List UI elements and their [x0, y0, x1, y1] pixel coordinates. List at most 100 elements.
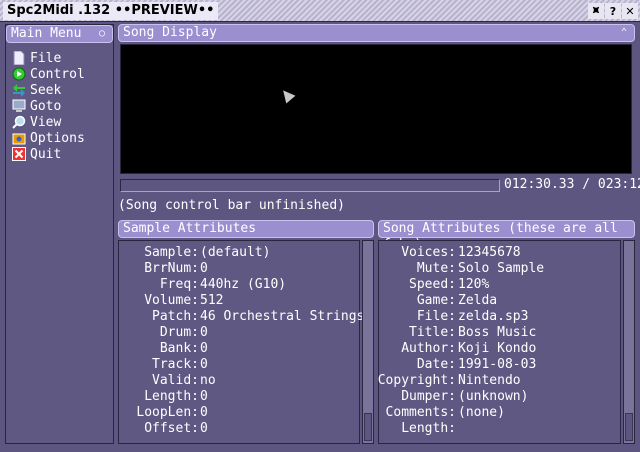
menu-item-label: Quit	[30, 146, 62, 162]
attribute-row: Patch: 46 Orchestral Strings	[119, 309, 364, 325]
menu-item-label: Goto	[30, 98, 62, 114]
sample-attributes-panel: Sample Attributes Sample: (default) BrrNum…	[118, 220, 374, 444]
attribute-value: 120%	[458, 277, 490, 292]
attribute-key: Length:	[144, 389, 199, 404]
sample-attributes-header: Sample Attributes	[118, 220, 374, 238]
song-attributes-list: Voices: 12345678 Mute: Solo Sample Speed: 120…	[378, 240, 621, 444]
attribute-value: (none)	[458, 405, 505, 420]
attribute-row: BrrNum: 0	[119, 261, 359, 277]
attribute-row: Comments: (none)	[379, 405, 620, 421]
collapse-icon[interactable]: ⌃	[617, 26, 631, 40]
attribute-value: no	[200, 373, 216, 388]
attribute-row: Dumper: (unknown)	[379, 389, 620, 405]
attribute-row: Length: 0	[119, 389, 359, 405]
attribute-key: Sample:	[144, 245, 199, 260]
help-button[interactable]: ?	[605, 3, 621, 19]
menu-item-label: Seek	[30, 82, 62, 98]
file-icon	[12, 50, 26, 66]
attribute-key: Volume:	[144, 293, 199, 308]
song-display-title: Song Display	[123, 25, 217, 40]
attribute-value: 0	[200, 357, 208, 372]
menu-item-file[interactable]: File	[12, 50, 85, 66]
attribute-key: Mute:	[416, 261, 456, 276]
attribute-row: Freq: 440hz (G10)	[119, 277, 359, 293]
attribute-value: Nintendo	[458, 373, 521, 388]
scroll-thumb[interactable]	[364, 413, 372, 441]
status-text: (Song control bar unfinished)	[118, 198, 345, 213]
menu-item-quit[interactable]: Quit	[12, 146, 85, 162]
song-display-canvas[interactable]	[120, 44, 632, 174]
attribute-key: Comments:	[385, 405, 456, 420]
attribute-key: Bank:	[159, 341, 199, 356]
attribute-row: File: zelda.sp3	[379, 309, 620, 325]
attribute-row: Speed: 120%	[379, 277, 620, 293]
attribute-key: Drum:	[159, 325, 199, 340]
attribute-row: Offset: 0	[119, 421, 359, 437]
view-icon	[12, 115, 26, 129]
attribute-value: 12345678	[458, 245, 521, 260]
menu-item-label: View	[30, 114, 62, 130]
sample-attributes-list: Sample: (default) BrrNum: 0 Freq: 440hz (G10)…	[118, 240, 364, 444]
options-icon	[12, 131, 26, 145]
main-menu-panel: Main Menu ○ File Control Seek Goto View …	[5, 24, 114, 444]
pin-icon[interactable]: ○	[95, 27, 109, 41]
main-menu-title: Main Menu	[11, 26, 82, 41]
attribute-key: Valid:	[152, 373, 199, 388]
menu-item-options[interactable]: Options	[12, 130, 85, 146]
attribute-row: Mute: Solo Sample	[379, 261, 620, 277]
attribute-row: Length:	[379, 421, 620, 437]
goto-icon	[12, 99, 26, 113]
minimize-button[interactable]: ⯍	[588, 3, 604, 19]
scroll-thumb[interactable]	[625, 413, 633, 441]
seek-icon	[12, 83, 26, 97]
song-attributes-header: Song Attributes (these are all fake)	[378, 220, 635, 252]
title-bar: Spc2Midi .132 ••PREVIEW•• ⯍ ? ✕	[0, 0, 640, 22]
main-menu-header: Main Menu ○	[6, 25, 113, 43]
attribute-value: Koji Kondo	[458, 341, 537, 356]
attribute-row: Drum: 0	[119, 325, 359, 341]
attribute-value: 512	[200, 293, 224, 308]
attribute-row: Voices: 12345678	[379, 245, 620, 261]
attribute-key: BrrNum:	[144, 261, 199, 276]
menu-item-seek[interactable]: Seek	[12, 82, 85, 98]
attribute-value: 0	[200, 389, 208, 404]
attribute-key: Freq:	[159, 277, 199, 292]
sample-attributes-title: Sample Attributes	[123, 221, 257, 236]
menu-item-label: Options	[30, 130, 85, 146]
attribute-key: LoopLen:	[136, 405, 199, 420]
attribute-row: LoopLen: 0	[119, 405, 359, 421]
attribute-key: Dumper:	[401, 389, 456, 404]
attribute-value: 0	[200, 341, 208, 356]
attribute-key: Voices:	[401, 245, 456, 260]
attribute-key: File:	[416, 309, 456, 324]
song-progress-bar[interactable]	[120, 179, 500, 192]
menu-item-control[interactable]: Control	[12, 66, 85, 82]
song-attributes-panel: Song Attributes (these are all fake) Voi…	[378, 220, 635, 444]
menu-item-goto[interactable]: Goto	[12, 98, 85, 114]
attribute-key: Title:	[409, 325, 456, 340]
attribute-row: Date: 1991-08-03	[379, 357, 620, 373]
attribute-value: 0	[200, 421, 208, 436]
attribute-key: Copyright:	[377, 373, 456, 388]
mouse-cursor-icon	[278, 86, 296, 104]
attribute-value: Zelda	[458, 293, 498, 308]
attribute-key: Track:	[152, 357, 199, 372]
close-button[interactable]: ✕	[622, 3, 638, 19]
quit-icon	[12, 147, 26, 161]
attribute-value: 440hz (G10)	[200, 277, 287, 292]
attribute-value: 0	[200, 325, 208, 340]
sample-attributes-scrollbar[interactable]	[362, 240, 374, 444]
attribute-row: Volume: 512	[119, 293, 359, 309]
attribute-value: zelda.sp3	[458, 309, 529, 324]
attribute-value: Boss Music	[458, 325, 537, 340]
song-display-panel: Song Display ⌃ 012:30.33 / 023:12.4	[118, 24, 640, 196]
song-attributes-scrollbar[interactable]	[623, 240, 635, 444]
song-display-header: Song Display ⌃	[118, 24, 635, 42]
menu-item-view[interactable]: View	[12, 114, 85, 130]
attribute-value: (default)	[200, 245, 271, 260]
attribute-value: 1991-08-03	[458, 357, 537, 372]
attribute-key: Offset:	[144, 421, 199, 436]
menu-item-label: File	[30, 50, 62, 66]
menu-item-label: Control	[30, 66, 85, 82]
song-time: 012:30.33 / 023:12.4	[504, 177, 640, 192]
